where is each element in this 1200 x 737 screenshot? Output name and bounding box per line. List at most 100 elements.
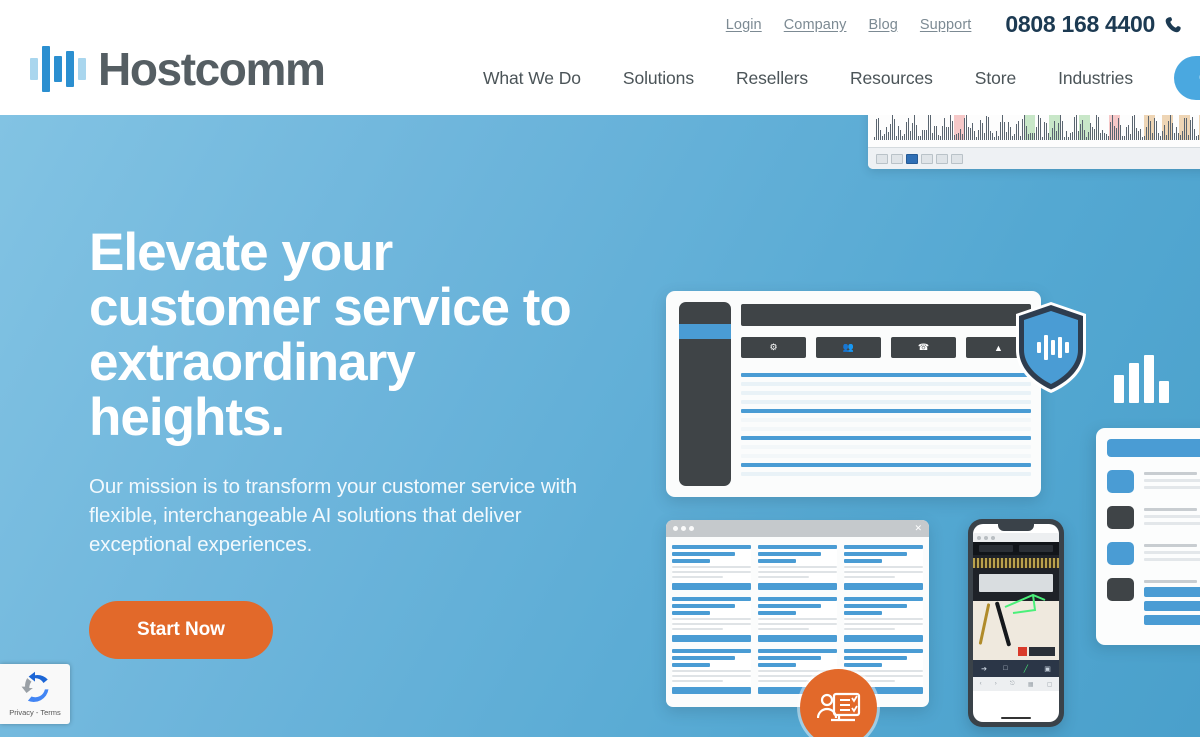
waveform-bar xyxy=(1136,128,1137,140)
rectangle-tool-icon[interactable]: □ xyxy=(1003,665,1007,672)
dashboard-tab-phone[interactable]: ☎ xyxy=(891,337,956,358)
waveform-bar xyxy=(1172,122,1173,140)
dashboard-row xyxy=(741,454,1031,458)
waveform-bar xyxy=(972,123,973,140)
waveform-bar xyxy=(1088,132,1089,140)
site-logo[interactable]: Hostcomm xyxy=(30,42,326,96)
tabs-icon[interactable]: ▢ xyxy=(1047,681,1053,688)
dashboard-tab-gear[interactable]: ⚙ xyxy=(741,337,806,358)
list-item-lines xyxy=(1144,542,1200,565)
waveform-bar xyxy=(1138,130,1139,140)
utility-link-blog[interactable]: Blog xyxy=(868,17,897,33)
waveform-bar xyxy=(958,133,959,140)
phone-exit-button[interactable] xyxy=(1019,545,1053,552)
phone-icon: ☎ xyxy=(917,342,930,352)
audio-control-button[interactable] xyxy=(891,153,903,164)
waveform-bar xyxy=(1094,128,1095,140)
audio-control-button[interactable] xyxy=(936,153,948,164)
dashboard-tab-people[interactable]: 👥 xyxy=(816,337,881,358)
grid-card[interactable] xyxy=(672,649,751,694)
waveform-bar xyxy=(1024,115,1025,140)
audio-editor-window xyxy=(868,115,1200,169)
nav-item-industries[interactable]: Industries xyxy=(1037,68,1154,89)
grid-card[interactable] xyxy=(844,545,923,590)
waveform-bar xyxy=(982,123,983,140)
share-icon[interactable]: ⎋ xyxy=(1010,681,1015,688)
waveform-bar xyxy=(984,132,985,140)
waveform-bar xyxy=(1038,115,1039,140)
agent-checklist-badge xyxy=(800,669,877,737)
waveform-bar xyxy=(1168,120,1169,140)
waveform-bar xyxy=(1166,134,1167,140)
waveform-bar xyxy=(1060,115,1061,140)
waveform-bar xyxy=(908,117,909,140)
utility-link-support[interactable]: Support xyxy=(920,17,972,33)
grid-card[interactable] xyxy=(672,545,751,590)
waveform-bar xyxy=(1036,127,1037,140)
bookmarks-icon[interactable]: ▦ xyxy=(1028,681,1034,688)
phone-link[interactable]: 0808 168 4400 xyxy=(1005,11,1184,38)
list-item[interactable] xyxy=(1107,578,1200,629)
nav-item-resellers[interactable]: Resellers xyxy=(715,68,829,89)
close-icon[interactable]: ✕ xyxy=(914,524,922,533)
waveform-bar xyxy=(1184,118,1185,140)
list-item[interactable] xyxy=(1107,470,1200,493)
list-item[interactable] xyxy=(1107,542,1200,565)
grid-card[interactable] xyxy=(672,597,751,642)
pen-tool-icon[interactable]: ╱ xyxy=(1024,665,1028,673)
audio-control-button[interactable] xyxy=(921,153,933,164)
start-now-button[interactable]: Start Now xyxy=(89,600,273,659)
photo-color-picker[interactable] xyxy=(1018,647,1055,656)
waveform-bar xyxy=(912,122,913,140)
waveform-bar xyxy=(946,126,947,140)
back-icon[interactable]: ‹ xyxy=(980,681,982,687)
waveform-bar xyxy=(1012,136,1013,140)
waveform-bar xyxy=(1092,127,1093,140)
waveform-bar xyxy=(1062,121,1063,140)
waveform-bar xyxy=(1014,134,1015,140)
page-title: Elevate your customer service to extraor… xyxy=(89,223,572,448)
dashboard-row xyxy=(741,418,1031,422)
waveform-bar xyxy=(1058,123,1059,140)
nav-item-store[interactable]: Store xyxy=(954,68,1037,89)
grid-card[interactable] xyxy=(844,597,923,642)
waveform-bar xyxy=(1132,116,1133,140)
waveform-bar xyxy=(1152,133,1153,140)
contact-us-button[interactable]: Contact Us xyxy=(1173,56,1200,100)
nav-item-solutions[interactable]: Solutions xyxy=(602,68,715,89)
avatar xyxy=(1107,578,1134,601)
utility-link-login[interactable]: Login xyxy=(726,17,762,33)
list-item[interactable] xyxy=(1107,506,1200,529)
forward-icon[interactable]: › xyxy=(995,681,997,687)
nav-item-what-we-do[interactable]: What We Do xyxy=(462,68,602,89)
audio-control-button[interactable] xyxy=(876,153,888,164)
scan-tool-icon[interactable]: ▣ xyxy=(1044,665,1051,673)
waveform-bar xyxy=(1180,135,1181,140)
waveform-bar xyxy=(968,127,969,140)
waveform-bar xyxy=(1110,121,1111,140)
list-item-lines xyxy=(1144,506,1200,529)
nav-item-resources[interactable]: Resources xyxy=(829,68,954,89)
dashboard-row xyxy=(741,436,1031,440)
waveform-bar xyxy=(1144,135,1145,140)
waveform-bar xyxy=(1192,117,1193,140)
grid-card[interactable] xyxy=(758,545,837,590)
waveform-bar xyxy=(896,136,897,140)
waveform-bar xyxy=(1056,130,1057,140)
arrow-tool-icon[interactable]: ➔ xyxy=(981,665,987,673)
waveform-bar xyxy=(1084,129,1085,140)
list-item-lines xyxy=(1144,470,1200,493)
list-item-lines xyxy=(1144,578,1200,629)
waveform-bar xyxy=(954,135,955,140)
card-grid xyxy=(666,537,929,702)
recaptcha-badge[interactable]: Privacy - Terms xyxy=(0,664,70,724)
waveform-bar xyxy=(1174,133,1175,140)
avatar xyxy=(1107,470,1134,493)
waveform-bar xyxy=(1156,120,1157,140)
grid-card[interactable] xyxy=(758,597,837,642)
audio-control-button-active[interactable] xyxy=(906,153,918,164)
audio-control-button[interactable] xyxy=(951,153,963,164)
phone-clear-all-button[interactable] xyxy=(979,545,1013,552)
waveform-bar xyxy=(918,136,919,140)
utility-link-company[interactable]: Company xyxy=(784,17,847,33)
